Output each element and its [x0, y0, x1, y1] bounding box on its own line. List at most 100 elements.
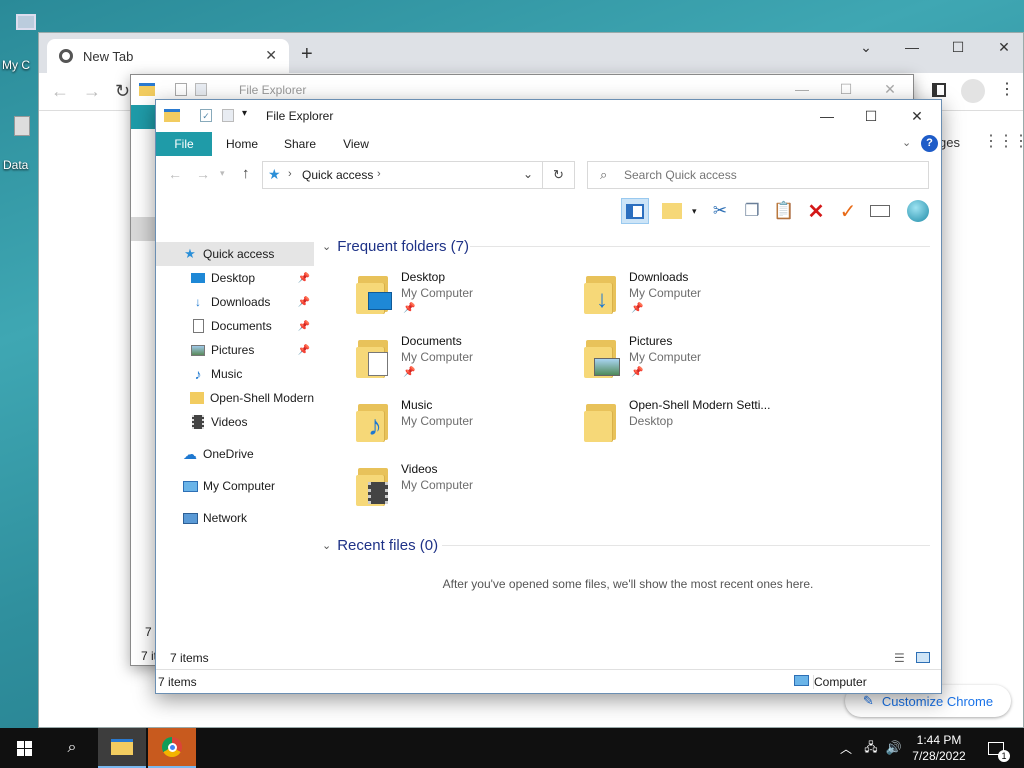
- forward-arrow-icon[interactable]: →: [196, 166, 210, 182]
- chrome-tabstrip: New Tab ✕ + ⌄ — ☐ ✕: [39, 33, 1023, 73]
- details-view-icon[interactable]: ☰: [894, 651, 905, 665]
- sidebar-item-desktop[interactable]: Desktop 📌: [156, 266, 314, 290]
- paste-icon[interactable]: 📋: [770, 198, 798, 224]
- frequent-folders-header[interactable]: ⌄ Frequent folders (7): [322, 234, 469, 258]
- open-shell-icon[interactable]: [904, 198, 932, 224]
- tab-share[interactable]: Share: [274, 132, 326, 156]
- chrome-menu-icon[interactable]: ⋮: [999, 79, 1015, 99]
- reload-icon[interactable]: ↻: [115, 81, 130, 102]
- file-explorer-window[interactable]: ✓ ▾ File Explorer — ☐ ✕ File Home Share …: [155, 99, 942, 694]
- window-title: File Explorer: [266, 109, 334, 123]
- frequent-folders-title: Frequent folders (7): [337, 237, 469, 255]
- chrome-minimize-button[interactable]: —: [889, 33, 935, 61]
- pin-icon[interactable]: 📌: [298, 345, 310, 356]
- chrome-taskbar-button[interactable]: [148, 728, 196, 768]
- folder-tile-downloads[interactable]: ↓ Downloads My Computer 📌: [584, 270, 804, 330]
- folder-name: Videos: [401, 462, 438, 476]
- navigation-pane-icon[interactable]: [621, 198, 649, 224]
- pin-icon[interactable]: 📌: [298, 273, 310, 284]
- film-icon: [190, 415, 206, 429]
- sidebar-item-network[interactable]: Network: [156, 506, 314, 530]
- back-arrow-icon[interactable]: ←: [168, 166, 182, 182]
- address-dropdown-icon[interactable]: ⌄: [523, 167, 533, 181]
- tab-close-icon[interactable]: ✕: [265, 47, 277, 64]
- recent-files-header[interactable]: ⌄ Recent files (0): [322, 533, 438, 557]
- new-folder-icon[interactable]: [658, 198, 686, 224]
- sidebar-item-quick-access[interactable]: ★ Quick access: [156, 242, 314, 266]
- folder-icon: [139, 83, 155, 96]
- desktop-icon-data[interactable]: Data: [0, 110, 36, 180]
- new-tab-button[interactable]: +: [301, 43, 313, 66]
- desktop-icon: [190, 271, 206, 285]
- folder-tile-music[interactable]: ♪ Music My Computer: [356, 398, 576, 458]
- back-file-tab[interactable]: [131, 105, 155, 129]
- start-button[interactable]: [0, 728, 48, 768]
- folder-tile-videos[interactable]: Videos My Computer: [356, 462, 576, 522]
- pin-icon[interactable]: 📌: [298, 321, 310, 332]
- up-arrow-icon[interactable]: ↑: [242, 165, 250, 182]
- search-button[interactable]: ⌕: [48, 728, 96, 768]
- chrome-maximize-button[interactable]: ☐: [935, 33, 981, 61]
- expand-ribbon-icon[interactable]: ⌄: [902, 136, 911, 149]
- search-input[interactable]: [624, 166, 914, 184]
- status-bar: 7 items Computer: [156, 669, 941, 693]
- properties-check-icon[interactable]: ✓: [834, 198, 862, 224]
- google-apps-icon[interactable]: ⋮⋮⋮: [983, 131, 1024, 151]
- sidebar-item-videos[interactable]: Videos: [156, 410, 314, 434]
- folder-tile-documents[interactable]: Documents My Computer 📌: [356, 334, 576, 394]
- rename-icon[interactable]: [866, 198, 894, 224]
- sidebar-item-documents[interactable]: Documents 📌: [156, 314, 314, 338]
- pin-icon[interactable]: 📌: [298, 297, 310, 308]
- minimize-button[interactable]: —: [804, 102, 850, 130]
- search-box[interactable]: ⌕: [587, 161, 929, 189]
- sidebar-item-downloads[interactable]: ↓ Downloads 📌: [156, 290, 314, 314]
- new-dropdown-icon[interactable]: ▾: [692, 206, 697, 217]
- folder-tile-desktop[interactable]: Desktop My Computer 📌: [356, 270, 576, 330]
- tab-view[interactable]: View: [332, 132, 380, 156]
- refresh-icon[interactable]: ↻: [542, 162, 574, 188]
- sidebar-item-my-computer[interactable]: My Computer: [156, 474, 314, 498]
- download-arrow-icon: ↓: [195, 295, 201, 309]
- sidebar-item-label: Documents: [211, 319, 272, 333]
- delete-icon[interactable]: ✕: [802, 198, 830, 224]
- clock[interactable]: 1:44 PM 7/28/2022: [906, 728, 972, 768]
- cut-icon[interactable]: ✂: [706, 198, 734, 224]
- properties-quick-icon[interactable]: ✓: [200, 109, 212, 122]
- profile-avatar[interactable]: [961, 79, 985, 103]
- volume-icon[interactable]: 🔊: [884, 728, 904, 768]
- address-bar[interactable]: ★ › Quick access › ⌄ ↻: [262, 161, 575, 189]
- desktop-icon-my-computer[interactable]: My C: [0, 8, 36, 78]
- document-icon: [190, 319, 206, 333]
- action-center-button[interactable]: 1: [978, 728, 1014, 768]
- close-button[interactable]: ✕: [894, 102, 940, 130]
- chrome-close-button[interactable]: ✕: [981, 33, 1024, 61]
- help-icon[interactable]: ?: [921, 135, 938, 152]
- new-folder-quick-icon[interactable]: [222, 109, 234, 122]
- folder-location: My Computer: [401, 414, 474, 428]
- sidebar-item-pictures[interactable]: Pictures 📌: [156, 338, 314, 362]
- folder-tile-open-shell[interactable]: Open-Shell Modern Setti... Desktop: [584, 398, 804, 458]
- maximize-button[interactable]: ☐: [848, 102, 894, 130]
- computer-icon: [794, 675, 809, 686]
- side-panel-icon[interactable]: [932, 83, 946, 97]
- large-icons-view-icon[interactable]: [916, 652, 930, 663]
- network-tray-icon[interactable]: 🖧: [860, 728, 882, 768]
- tab-home[interactable]: Home: [216, 132, 268, 156]
- tab-file[interactable]: File: [156, 132, 212, 156]
- sidebar-item-onedrive[interactable]: ☁ OneDrive: [156, 442, 314, 466]
- chrome-tab-search-icon[interactable]: ⌄: [843, 33, 889, 61]
- videos-folder-icon: [356, 466, 390, 506]
- back-arrow-icon[interactable]: ←: [51, 81, 69, 102]
- recent-locations-icon[interactable]: ▾: [220, 168, 225, 179]
- address-path[interactable]: Quick access: [302, 168, 373, 182]
- chrome-tab[interactable]: New Tab ✕: [47, 39, 289, 73]
- copy-icon[interactable]: ❐: [738, 198, 766, 224]
- file-explorer-taskbar-button[interactable]: [98, 728, 146, 768]
- sidebar-item-music[interactable]: ♪ Music: [156, 362, 314, 386]
- quick-access-toolbar-dropdown-icon[interactable]: ▾: [242, 108, 247, 119]
- sidebar-item-open-shell[interactable]: Open-Shell Modern: [156, 386, 314, 410]
- forward-arrow-icon[interactable]: →: [83, 81, 101, 102]
- show-hidden-icons-chevron-icon[interactable]: ︿: [836, 728, 856, 768]
- folder-location: My Computer: [629, 350, 702, 364]
- folder-tile-pictures[interactable]: Pictures My Computer 📌: [584, 334, 804, 394]
